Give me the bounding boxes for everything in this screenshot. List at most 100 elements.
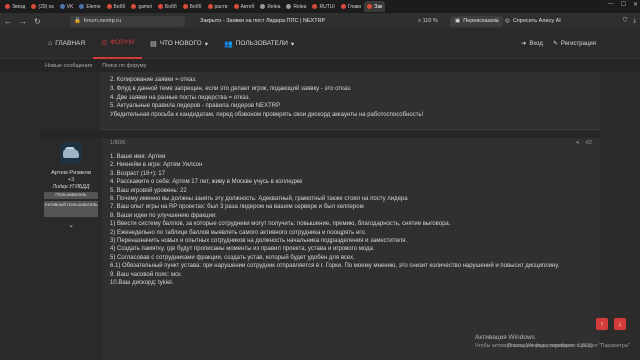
translate-icon: ▣: [455, 18, 461, 24]
login-icon: ➜: [521, 41, 527, 47]
tab-label: Бобб: [164, 3, 177, 10]
browser-tab[interactable]: Звезд: [2, 1, 28, 12]
browser-tab[interactable]: раств: [205, 1, 231, 12]
chevron-down-icon[interactable]: ⌄: [68, 221, 74, 229]
tab-label: Relea: [293, 3, 307, 10]
url-text: forum.nextrp.ru: [83, 18, 122, 24]
tab-label: Звезд: [12, 3, 26, 10]
nav-whats-new[interactable]: ▤ ЧТО НОВОГО ▾: [142, 29, 216, 59]
browser-tab[interactable]: VK: [57, 1, 77, 12]
browser-tab-strip: Звезд (29) ок VK Eleme Бобб gamei Бобб Бобб раст…: [0, 0, 640, 13]
post-line: 6.1) Обязательный пункт устава: при нару…: [110, 263, 560, 270]
tab-label: gamei: [138, 3, 152, 10]
post-line: 8. Ваши идеи по улучшению фракции:: [110, 212, 217, 219]
nav-forums[interactable]: ☰ ФОРУМ: [93, 29, 143, 59]
url-field[interactable]: 🔒 forum.nextrp.ru: [70, 15, 185, 27]
back-icon[interactable]: ←: [4, 17, 12, 26]
scroll-up-button[interactable]: ↑: [596, 318, 608, 330]
news-icon: ▤: [150, 40, 157, 48]
tab-favicon-icon: [182, 4, 188, 9]
post-date[interactable]: 1/8/26: [110, 140, 125, 146]
post-line: 3. Флуд в данной теме запрещен, если это…: [110, 85, 352, 92]
user-badge: Пользователь: [44, 192, 98, 199]
zoom-level[interactable]: ⌕ 110 %: [418, 18, 438, 25]
nav-users[interactable]: 👥 ПОЛЬЗОВАТЕЛИ ▾: [216, 29, 302, 59]
post-line: 3) Переназначить новых и опытных сотрудн…: [110, 238, 408, 245]
post-line: 5) Согласовав с сотрудниками фракции, со…: [110, 254, 355, 261]
browser-tab[interactable]: Бобб: [104, 1, 129, 12]
post-line: 2) Еженедельно по таблице баллов выявлят…: [110, 229, 367, 236]
post-line: 4. Две заявки на разные посты лидерства …: [110, 94, 251, 101]
browser-tab[interactable]: Главн: [338, 1, 365, 12]
search-icon: ⌕: [418, 17, 422, 24]
close-icon[interactable]: ✕: [633, 1, 638, 8]
browser-tab[interactable]: RUTUI: [309, 1, 337, 12]
post-text: 1. Ваше имя: Артем 2. Никнейм в игре: Арт…: [110, 153, 590, 288]
page-title: Закрыто - Заявки на пост Лидера ППС | NE…: [200, 18, 326, 24]
avatar[interactable]: [60, 142, 82, 164]
scroll-down-button[interactable]: ↓: [614, 318, 626, 330]
tab-label: (29) ок: [38, 3, 54, 10]
post-line: 3. Возраст (16+): 17: [110, 170, 165, 177]
tab-favicon-icon: [207, 4, 213, 9]
thread-content: 2. Копирование заявки = отказ. 3. Флуд в …: [40, 72, 600, 360]
post-number[interactable]: #2: [586, 140, 592, 146]
tab-label: VK: [66, 3, 74, 10]
minimize-icon[interactable]: —: [608, 1, 614, 8]
avatar-car-body: [63, 149, 79, 158]
post: Артем Ризвков +3 Лидер УГИБДД Пользовате…: [40, 138, 600, 360]
nav-home[interactable]: ⌂ ГЛАВНАЯ: [40, 29, 93, 59]
post-line: 1) Ввести систему баллов, за которые сот…: [110, 221, 451, 228]
register-link[interactable]: ✎ Регистрация: [553, 40, 596, 48]
bookmark-icon[interactable]: ⌑: [495, 17, 499, 25]
reputation: +3: [67, 177, 75, 183]
reload-icon[interactable]: ↻: [34, 17, 41, 26]
browser-tab[interactable]: Relea: [257, 1, 283, 12]
share-icon[interactable]: ⋖: [575, 140, 580, 146]
post-line: 4. Расскажите о себе: Артем 17 лет, живу…: [110, 179, 303, 186]
post-body: 1/8/26 ⋖ #2 1. Ваше имя: Артем 2. Никнейм…: [110, 138, 592, 360]
maximize-icon[interactable]: ☐: [621, 1, 626, 8]
chevron-down-icon: ▾: [290, 40, 295, 48]
address-bar-row: ← → ↻ 🔒 forum.nextrp.ru Закрыто - Заявки…: [0, 13, 640, 29]
download-icon[interactable]: ⤓: [633, 18, 636, 25]
post-line: 4) Создать памятку, где будут прописаны …: [110, 246, 375, 253]
post-user-info: Артем Ризвков +3 Лидер УГИБДД Пользовате…: [40, 138, 102, 360]
post-line: 2. Никнейм в игре: Артем Уилсон: [110, 162, 203, 169]
browser-tab[interactable]: Бобб: [180, 1, 205, 12]
tab-label: Eleme: [86, 3, 101, 10]
search-forum-link[interactable]: Поиск по форуму: [102, 63, 146, 69]
post-line: 7. Ваш опыт игры на RP проектах: был 3 р…: [110, 204, 364, 211]
shield-icon[interactable]: ⛉: [623, 18, 628, 25]
forward-icon[interactable]: →: [19, 17, 27, 26]
ask-alisa-button[interactable]: ◎ Спросить Алису AI: [505, 18, 561, 24]
users-icon: 👥: [223, 40, 233, 48]
tab-favicon-icon: [5, 4, 10, 9]
tab-label: Автоб: [240, 3, 255, 10]
post-line: 5. Ваш игровой уровень: 22: [110, 187, 187, 194]
nav-buttons: ← → ↻: [0, 17, 70, 26]
tab-favicon-icon: [106, 4, 112, 9]
post-meta: ⋖ #2: [575, 140, 592, 146]
tab-favicon-icon: [367, 4, 373, 9]
window-controls: — ☐ ✕: [608, 1, 638, 8]
tab-favicon-icon: [79, 4, 85, 9]
browser-tab[interactable]: Relea: [283, 1, 309, 12]
windows-activation-watermark: Активация Windows Чтобы активировать Win…: [475, 334, 631, 349]
browser-tab[interactable]: gamei: [128, 1, 155, 12]
user-title: Лидер УГИБДД: [52, 184, 90, 190]
browser-tab[interactable]: Автоб: [231, 1, 258, 12]
new-posts-link[interactable]: Новые сообщения: [45, 63, 92, 69]
login-link[interactable]: ➜ Вход: [521, 40, 543, 48]
forum-main-nav: ⌂ ГЛАВНАЯ ☰ ФОРУМ ▤ ЧТО НОВОГО ▾ 👥 ПОЛЬЗ…: [0, 29, 640, 59]
user-badge-active: Активный пользователь: [44, 201, 98, 217]
tab-favicon-icon: [340, 4, 346, 9]
browser-tab[interactable]: (29) ок: [28, 1, 56, 12]
browser-tab[interactable]: Eleme: [76, 1, 103, 12]
tab-favicon-icon: [312, 4, 318, 9]
tab-label: RUTUI: [319, 3, 335, 10]
post-separator: [40, 130, 600, 138]
browser-tab[interactable]: Бобб: [155, 1, 180, 12]
username[interactable]: Артем Ризвков: [51, 170, 91, 176]
browser-tab[interactable]: Зак: [364, 1, 386, 12]
